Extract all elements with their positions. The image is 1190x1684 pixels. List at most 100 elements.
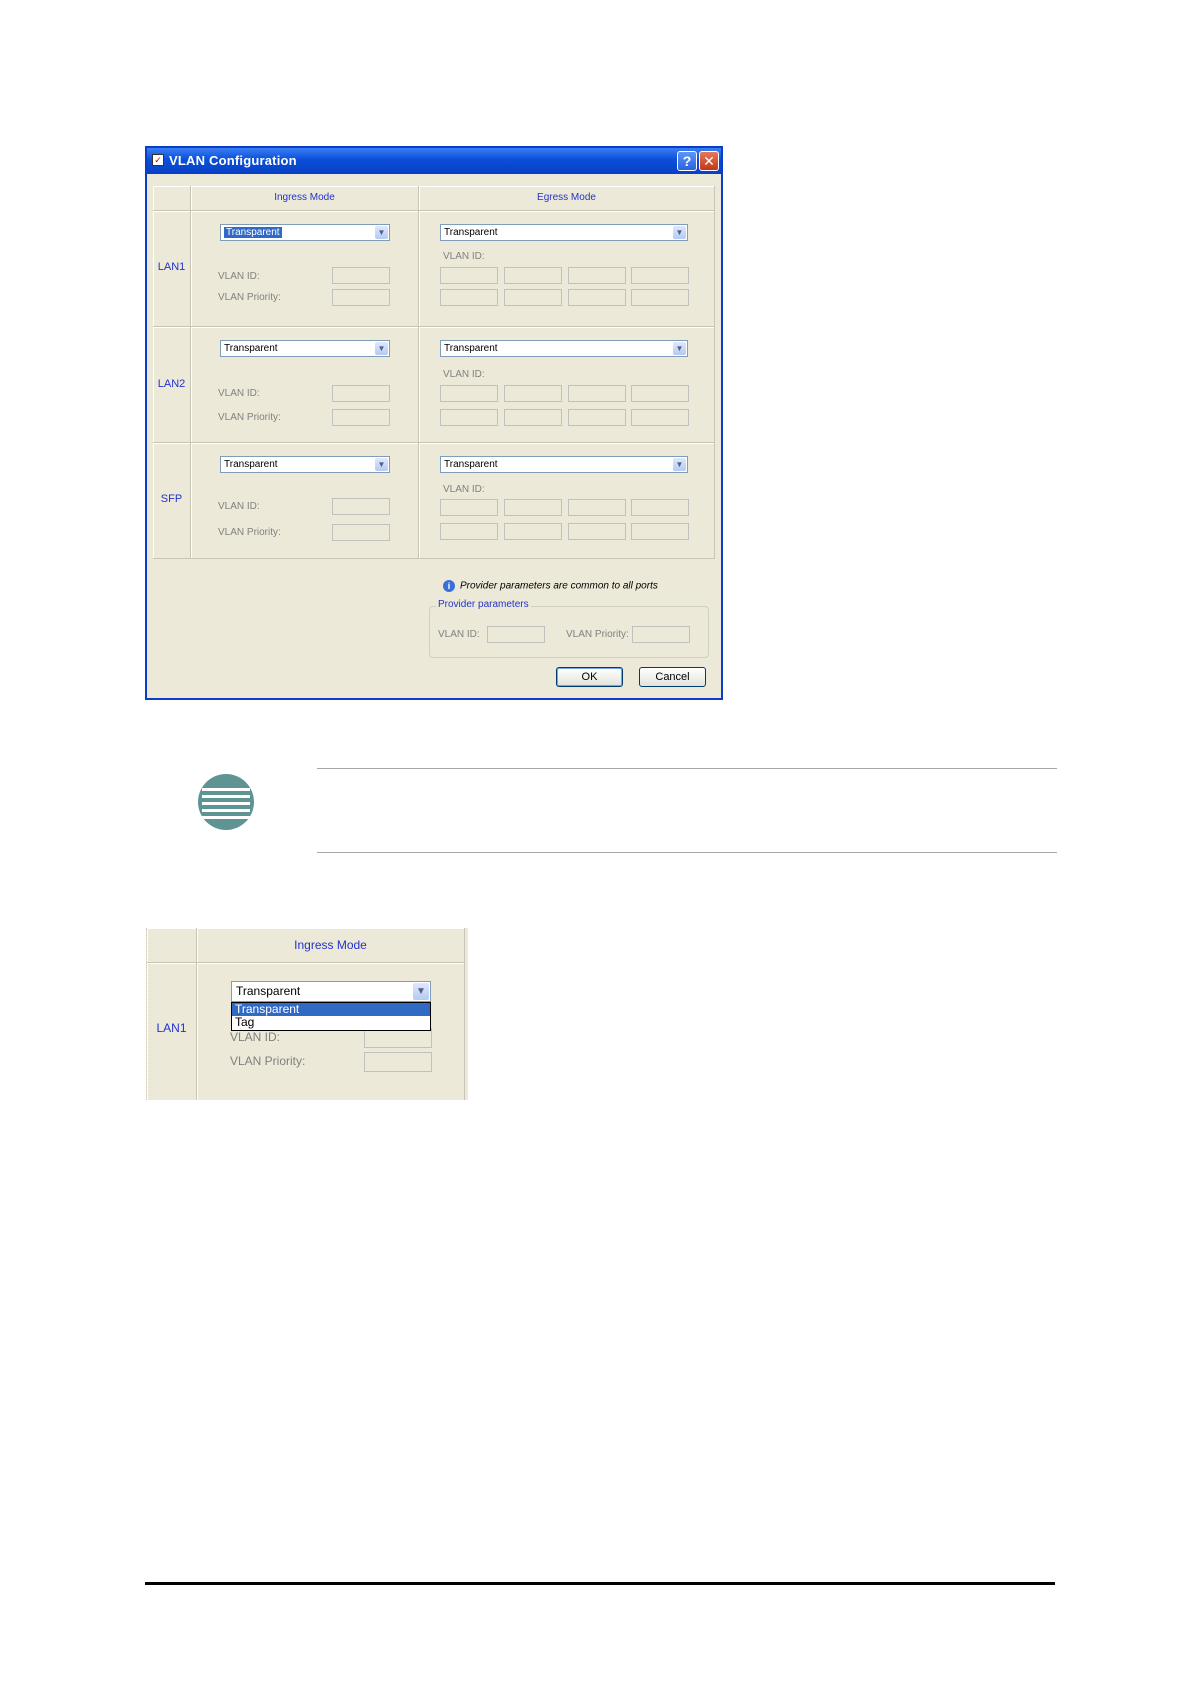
page-footer-rule — [145, 1582, 1055, 1585]
provider-vlan-priority-label: VLAN Priority: — [566, 629, 629, 640]
port-label-lan2: LAN2 — [157, 378, 186, 390]
detail-ingress-mode-value: Transparent — [236, 984, 301, 998]
chevron-down-icon[interactable]: ▼ — [413, 983, 429, 1000]
vlan-priority-input-sfp[interactable] — [332, 524, 390, 541]
port-cell-sfp: SFP — [153, 443, 191, 559]
egress-vlan-id-input[interactable] — [504, 523, 562, 540]
vlan-priority-label-lan2: VLAN Priority: — [218, 412, 281, 423]
detail-port-label: LAN1 — [156, 1021, 187, 1035]
egress-vlan-id-input[interactable] — [504, 385, 562, 402]
info-icon: i — [443, 580, 455, 592]
egress-vlan-id-input[interactable] — [631, 499, 689, 516]
egress-vlan-id-input[interactable] — [568, 385, 626, 402]
dialog-title: VLAN Configuration — [169, 153, 297, 168]
corner-cell — [153, 186, 191, 211]
close-button[interactable]: ✕ — [699, 151, 719, 171]
vlan-grid: Ingress Mode Egress Mode LAN1 Transparen… — [153, 186, 715, 560]
egress-vlan-id-input[interactable] — [631, 267, 689, 284]
chevron-down-icon[interactable]: ▼ — [375, 342, 388, 355]
ingress-mode-select-lan2[interactable]: Transparent ▼ — [220, 340, 390, 357]
vlan-id-input-sfp[interactable] — [332, 498, 390, 515]
egress-vlan-id-input[interactable] — [631, 523, 689, 540]
egress-vlan-id-input[interactable] — [568, 409, 626, 426]
egress-mode-value-lan1: Transparent — [444, 227, 498, 238]
egress-vlan-id-input[interactable] — [504, 267, 562, 284]
vlan-id-input-lan2[interactable] — [332, 385, 390, 402]
egress-mode-select-lan1[interactable]: Transparent ▼ — [440, 224, 688, 241]
vlan-priority-label-sfp: VLAN Priority: — [218, 527, 281, 538]
egress-cell-lan1: Transparent ▼ VLAN ID: — [419, 211, 715, 327]
chevron-down-icon[interactable]: ▼ — [673, 342, 686, 355]
vlan-priority-input-lan2[interactable] — [332, 409, 390, 426]
egress-vlan-id-label-lan2: VLAN ID: — [443, 369, 485, 380]
egress-vlan-id-input[interactable] — [440, 523, 498, 540]
detail-vlan-priority-label: VLAN Priority: — [230, 1054, 306, 1068]
provider-parameters-group: Provider parameters VLAN ID: VLAN Priori… — [429, 599, 709, 658]
chevron-down-icon[interactable]: ▼ — [375, 226, 388, 239]
egress-mode-header: Egress Mode — [419, 186, 715, 211]
vlan-id-label-sfp: VLAN ID: — [218, 501, 260, 512]
ingress-dropdown-detail: Ingress Mode LAN1 Transparent ▼ Transpar… — [146, 928, 468, 1100]
port-label-sfp: SFP — [160, 493, 183, 505]
egress-vlan-id-input[interactable] — [504, 499, 562, 516]
cancel-button[interactable]: Cancel — [639, 667, 706, 687]
corner-cell — [147, 928, 197, 963]
dropdown-option-tag[interactable]: Tag — [232, 1016, 430, 1029]
chevron-down-icon[interactable]: ▼ — [673, 458, 686, 471]
detail-vlan-priority-input[interactable] — [364, 1052, 432, 1072]
detail-port-cell: LAN1 — [147, 963, 197, 1100]
egress-mode-select-sfp[interactable]: Transparent ▼ — [440, 456, 688, 473]
egress-vlan-id-input[interactable] — [568, 289, 626, 306]
port-cell-lan1: LAN1 — [153, 211, 191, 327]
egress-vlan-id-label-sfp: VLAN ID: — [443, 484, 485, 495]
ok-button[interactable]: OK — [556, 667, 623, 687]
vlan-priority-label-lan1: VLAN Priority: — [218, 292, 281, 303]
egress-vlan-id-input[interactable] — [440, 499, 498, 516]
provider-vlan-id-input[interactable] — [487, 626, 545, 643]
egress-vlan-id-input[interactable] — [631, 409, 689, 426]
provider-vlan-priority-input[interactable] — [632, 626, 690, 643]
note-bottom-rule — [317, 852, 1057, 853]
egress-vlan-id-label-lan1: VLAN ID: — [443, 251, 485, 262]
egress-vlan-id-input[interactable] — [631, 289, 689, 306]
egress-vlan-id-input[interactable] — [568, 523, 626, 540]
egress-vlan-id-input[interactable] — [504, 289, 562, 306]
ingress-cell-sfp: Transparent ▼ VLAN ID: VLAN Priority: — [191, 443, 419, 559]
ingress-mode-select-lan1[interactable]: Transparent ▼ — [220, 224, 390, 241]
ingress-mode-value-sfp: Transparent — [224, 459, 278, 470]
detail-vlan-id-input[interactable] — [364, 1028, 432, 1048]
egress-vlan-id-input[interactable] — [440, 289, 498, 306]
egress-vlan-id-input[interactable] — [440, 385, 498, 402]
vlan-id-input-lan1[interactable] — [332, 267, 390, 284]
help-button[interactable]: ? — [677, 151, 697, 171]
egress-cell-lan2: Transparent ▼ VLAN ID: — [419, 327, 715, 443]
egress-vlan-id-input[interactable] — [440, 409, 498, 426]
chevron-down-icon[interactable]: ▼ — [375, 458, 388, 471]
egress-vlan-id-input[interactable] — [631, 385, 689, 402]
egress-vlan-id-input[interactable] — [504, 409, 562, 426]
provider-parameters-title: Provider parameters — [436, 599, 531, 610]
title-bar[interactable]: ✓ VLAN Configuration ? ✕ — [147, 148, 721, 174]
egress-vlan-id-input[interactable] — [440, 267, 498, 284]
note-top-rule — [317, 768, 1057, 769]
app-icon: ✓ — [152, 154, 164, 166]
ingress-mode-value-lan2: Transparent — [224, 343, 278, 354]
provider-info-text: Provider parameters are common to all po… — [460, 580, 658, 592]
detail-ingress-mode-header: Ingress Mode — [197, 928, 465, 963]
egress-vlan-id-input[interactable] — [568, 499, 626, 516]
provider-vlan-id-label: VLAN ID: — [438, 629, 480, 640]
chevron-down-icon[interactable]: ▼ — [673, 226, 686, 239]
detail-vlan-id-label: VLAN ID: — [230, 1030, 281, 1044]
egress-vlan-id-input[interactable] — [568, 267, 626, 284]
egress-mode-select-lan2[interactable]: Transparent ▼ — [440, 340, 688, 357]
ingress-mode-header: Ingress Mode — [191, 186, 419, 211]
detail-dropdown-list[interactable]: Transparent Tag — [231, 1002, 431, 1031]
ingress-cell-lan1: Transparent ▼ VLAN ID: VLAN Priority: — [191, 211, 419, 327]
ingress-mode-select-sfp[interactable]: Transparent ▼ — [220, 456, 390, 473]
port-label-lan1: LAN1 — [157, 261, 186, 273]
note-icon — [198, 774, 254, 830]
ingress-cell-lan2: Transparent ▼ VLAN ID: VLAN Priority: — [191, 327, 419, 443]
detail-ingress-mode-select[interactable]: Transparent ▼ — [231, 981, 431, 1002]
dropdown-option-transparent[interactable]: Transparent — [232, 1003, 430, 1016]
vlan-priority-input-lan1[interactable] — [332, 289, 390, 306]
